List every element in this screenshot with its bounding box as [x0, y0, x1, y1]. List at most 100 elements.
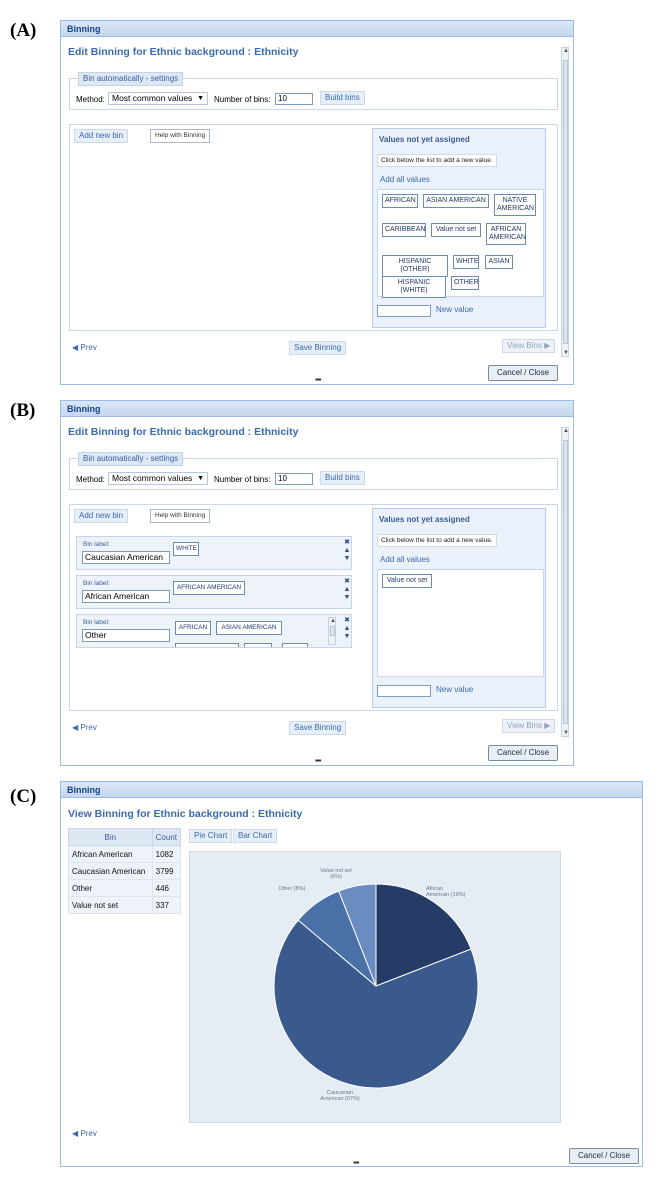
bin-name-input[interactable]: African American: [82, 590, 170, 603]
column-header-count: Count: [151, 828, 182, 846]
slice-label: Value not set (6%): [320, 868, 352, 880]
scroll-thumb[interactable]: [563, 60, 568, 344]
unassigned-values-list[interactable]: AFRICAN ASIAN AMERICAN NATIVE AMERICAN C…: [377, 189, 544, 298]
bin-count-table: Bin Count African American 1082 Caucasian…: [68, 828, 182, 914]
bin-name-input[interactable]: Caucasian American: [82, 551, 170, 564]
remove-bin-icon[interactable]: ✖: [342, 578, 352, 585]
add-all-values-button[interactable]: Add all values: [375, 553, 435, 567]
cancel-close-button[interactable]: Cancel / Close: [488, 365, 559, 381]
value-tag[interactable]: WHITE: [453, 255, 479, 269]
value-tag[interactable]: ASIAN: [485, 255, 513, 269]
help-button[interactable]: Help with Binning: [150, 509, 211, 523]
bins-input[interactable]: 10: [275, 473, 313, 485]
value-tag[interactable]: ASIAN AMERICAN: [216, 621, 282, 635]
table-row: Value not set 337: [68, 896, 182, 914]
bin-label-caption: Bin label:: [83, 541, 110, 548]
move-up-icon[interactable]: ▲: [342, 547, 352, 554]
count-cell: 446: [151, 879, 182, 897]
page-title: View Binning for Ethnic background : Eth…: [68, 808, 303, 820]
bin-cell: African American: [68, 845, 153, 863]
scroll-thumb[interactable]: [330, 626, 335, 636]
new-value-button[interactable]: New value: [431, 303, 478, 317]
table-row: Other 446: [68, 879, 182, 897]
scroll-thumb[interactable]: [563, 440, 568, 724]
pie-chart-tab[interactable]: Pie Chart: [189, 829, 233, 843]
value-tag[interactable]: WHITE: [173, 542, 199, 556]
resize-grip-icon[interactable]: ▪▪▪: [353, 1158, 359, 1167]
value-tag[interactable]: AFRICAN: [175, 621, 211, 635]
resize-grip-icon[interactable]: ▪▪▪: [315, 375, 321, 384]
scrollbar[interactable]: ▲ ▼: [561, 47, 569, 357]
prev-button[interactable]: ◀ Prev: [67, 341, 102, 355]
view-bins-button[interactable]: View Bins ▶: [502, 719, 556, 733]
bar-chart-tab[interactable]: Bar Chart: [233, 829, 278, 843]
value-tag[interactable]: AFRICAN AMERICAN: [173, 581, 245, 595]
count-cell: 337: [151, 896, 182, 914]
value-tag-partial[interactable]: [175, 643, 239, 647]
bin-name-input[interactable]: Other: [82, 629, 170, 642]
method-value: Most common values: [112, 473, 193, 483]
count-cell: 3799: [151, 862, 182, 880]
bin-row: Bin label: Caucasian American WHITE ✖ ▲ …: [76, 536, 352, 570]
prev-label: Prev: [80, 343, 97, 352]
add-all-values-button[interactable]: Add all values: [375, 173, 435, 187]
bin-cell: Value not set: [68, 896, 153, 914]
value-tag[interactable]: HISPANIC (OTHER): [382, 255, 448, 277]
help-button[interactable]: Help with Binning: [150, 129, 211, 143]
scroll-up-icon[interactable]: ▲: [329, 618, 337, 624]
auto-settings: Bin automatically - settings Method: Mos…: [69, 72, 558, 110]
move-down-icon[interactable]: ▼: [342, 594, 352, 601]
new-value-input[interactable]: [377, 685, 431, 697]
move-down-icon[interactable]: ▼: [342, 555, 352, 562]
save-binning-button[interactable]: Save Binning: [289, 341, 347, 355]
unassigned-values-list[interactable]: Value not set: [377, 569, 544, 677]
binning-window-a: Binning Edit Binning for Ethnic backgrou…: [60, 20, 574, 385]
prev-label: Prev: [80, 723, 97, 732]
move-down-icon[interactable]: ▼: [342, 633, 351, 640]
view-bins-button[interactable]: View Bins ▶: [502, 339, 556, 353]
bins-input[interactable]: 10: [275, 93, 313, 105]
scroll-down-icon[interactable]: ▼: [562, 730, 570, 736]
add-new-bin-button[interactable]: Add new bin: [74, 509, 129, 523]
bins-label: Number of bins:: [214, 95, 271, 104]
add-new-bin-button[interactable]: Add new bin: [74, 129, 129, 143]
move-up-icon[interactable]: ▲: [342, 625, 351, 632]
panel-a-label: (A): [10, 20, 37, 41]
values-panel-title: Values not yet assigned: [379, 515, 470, 524]
value-tag-partial[interactable]: [282, 643, 308, 647]
remove-bin-icon[interactable]: ✖: [342, 617, 351, 624]
scroll-up-icon[interactable]: ▲: [562, 428, 570, 434]
value-tag[interactable]: Value not set: [382, 574, 432, 588]
value-tag[interactable]: OTHER: [451, 276, 479, 290]
chevron-down-icon: ▼: [197, 475, 204, 482]
scroll-up-icon[interactable]: ▲: [562, 48, 570, 54]
value-tag[interactable]: CARIBBEAN: [382, 223, 426, 237]
prev-button[interactable]: ◀ Prev: [67, 1127, 102, 1141]
new-value-input[interactable]: [377, 305, 431, 317]
new-value-button[interactable]: New value: [431, 683, 478, 697]
value-tag[interactable]: AFRICAN: [382, 194, 418, 208]
scroll-down-icon[interactable]: ▼: [562, 350, 570, 356]
bin-values-scrollbar[interactable]: ▲: [328, 617, 336, 645]
build-bins-button[interactable]: Build bins: [320, 471, 365, 485]
save-binning-button[interactable]: Save Binning: [289, 721, 347, 735]
move-up-icon[interactable]: ▲: [342, 586, 352, 593]
value-tag[interactable]: HISPANIC (WHITE): [382, 276, 446, 298]
cancel-close-button[interactable]: Cancel / Close: [569, 1148, 640, 1164]
resize-grip-icon[interactable]: ▪▪▪: [315, 756, 321, 765]
method-select[interactable]: Most common values ▼: [108, 92, 208, 105]
window-title: Binning: [61, 21, 573, 37]
value-tag[interactable]: Value not set: [431, 223, 481, 237]
scrollbar[interactable]: ▲ ▼: [561, 427, 569, 737]
value-tag[interactable]: ASIAN AMERICAN: [423, 194, 489, 208]
value-tag[interactable]: AFRICAN AMERICAN: [486, 223, 526, 245]
cancel-close-button[interactable]: Cancel / Close: [488, 745, 559, 761]
value-tag-partial[interactable]: [244, 643, 272, 647]
value-tag[interactable]: NATIVE AMERICAN: [494, 194, 536, 216]
settings-legend: Bin automatically - settings: [78, 72, 184, 86]
prev-button[interactable]: ◀ Prev: [67, 721, 102, 735]
method-select[interactable]: Most common values ▼: [108, 472, 208, 485]
build-bins-button[interactable]: Build bins: [320, 91, 365, 105]
remove-bin-icon[interactable]: ✖: [342, 539, 352, 546]
values-panel: Values not yet assigned Click below the …: [372, 128, 546, 328]
